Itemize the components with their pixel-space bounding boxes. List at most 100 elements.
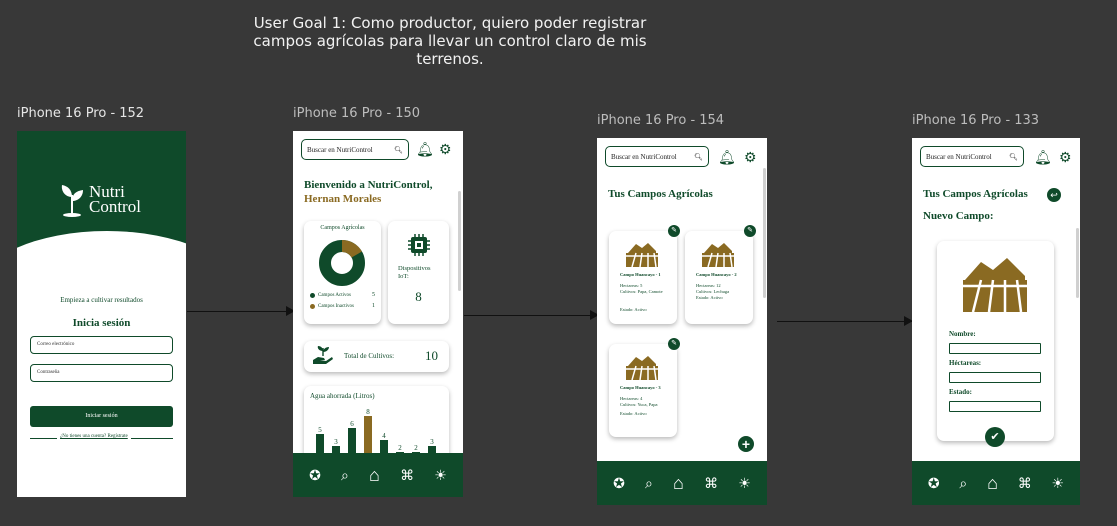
gear-icon[interactable]: ⚙	[1059, 150, 1072, 164]
fields-summary-title: Campos Agrícolas	[320, 225, 365, 231]
search-input[interactable]: Buscar en NutriControl 🔍︎	[920, 146, 1024, 167]
scrollbar[interactable]	[763, 168, 766, 298]
register-link[interactable]: ¿No tienes una cuenta? Regístrate	[57, 434, 131, 439]
water-chart-title: Agua ahorrada (Litros)	[310, 392, 375, 400]
field-icon	[626, 356, 658, 380]
iot-label: Dispositivos IoT:	[398, 265, 431, 280]
new-field-form: Nombre: Héctareas: Estado: ✔	[937, 241, 1054, 447]
water-bar-label: 4	[382, 432, 386, 440]
legend-inactive-dot	[310, 303, 315, 309]
user-goal-text: User Goal 1: Como productor, quiero pode…	[215, 14, 685, 68]
search-placeholder: Buscar en NutriControl	[926, 152, 992, 161]
bell-icon[interactable]: 🔔︎	[1034, 150, 1052, 164]
gear-icon[interactable]: ⚙	[439, 142, 452, 156]
legend-inactive: Campos Inactivos 1	[310, 303, 375, 309]
hectares-input[interactable]	[949, 372, 1041, 383]
field-status: Estado: Activo	[620, 307, 647, 312]
edit-icon[interactable]: ✎	[668, 225, 680, 237]
back-icon[interactable]: ↩	[1047, 188, 1061, 202]
login-heading: Inicia sesión	[72, 317, 131, 329]
home-icon[interactable]: ⌂	[369, 466, 380, 484]
gear-icon[interactable]: ⚙	[744, 150, 757, 164]
search-input[interactable]: Buscar en NutriControl 🔍︎	[605, 146, 709, 167]
star-icon[interactable]: ✪	[928, 476, 940, 490]
flow-arrow-3	[777, 316, 913, 326]
search-icon: 🔍︎	[1009, 152, 1018, 161]
goal-line-2: campos agrícolas para llevar un control …	[253, 32, 647, 50]
hectares-label: Héctareas:	[949, 359, 982, 367]
search-leaf-icon[interactable]: ⌕	[341, 468, 349, 482]
dashboard-screen: Buscar en NutriControl 🔍︎ 🔔︎ ⚙ Bienvenid…	[293, 131, 463, 497]
fields-donut-chart	[319, 240, 365, 286]
crops-label: Total de Cultivos:	[344, 352, 395, 360]
edit-icon[interactable]: ✎	[668, 338, 680, 350]
search-input[interactable]: Buscar en NutriControl 🔍︎	[301, 139, 409, 160]
field-card[interactable]: ✎ Campo Huancayo - 2 Hectareas: 12 Culti…	[685, 225, 756, 324]
design-canvas: User Goal 1: Como productor, quiero pode…	[0, 0, 1117, 526]
scrollbar[interactable]	[1076, 228, 1079, 298]
goal-line-1: User Goal 1: Como productor, quiero pode…	[253, 14, 647, 32]
field-icon	[702, 243, 734, 267]
hand-plant-icon	[313, 346, 333, 364]
field-name: Campo Huancayo - 3	[620, 385, 661, 390]
lightbulb-icon[interactable]: ☀	[1052, 476, 1065, 490]
bottom-nav: ✪ ⌕ ⌂ ⌘ ☀	[597, 461, 767, 505]
field-card[interactable]: ✎ Campo Huancayo - 1 Hectareas: 5 Cultiv…	[609, 225, 680, 324]
farm-icon[interactable]: ⌘	[1018, 476, 1032, 490]
search-placeholder: Buscar en NutriControl	[611, 152, 677, 161]
home-icon[interactable]: ⌂	[987, 474, 998, 492]
home-icon[interactable]: ⌂	[673, 474, 684, 492]
field-icon	[626, 243, 658, 267]
status-input[interactable]	[949, 401, 1041, 412]
scrollbar[interactable]	[458, 191, 461, 291]
bell-icon[interactable]: 🔔︎	[718, 150, 736, 164]
lightbulb-icon[interactable]: ☀	[738, 476, 751, 490]
search-leaf-icon[interactable]: ⌕	[959, 476, 967, 490]
search-placeholder: Buscar en NutriControl	[307, 145, 373, 154]
password-field[interactable]: Contraseña	[30, 364, 173, 382]
bottom-nav: ✪ ⌕ ⌂ ⌘ ☀	[293, 453, 463, 497]
frame-label-154: iPhone 16 Pro - 154	[597, 113, 725, 128]
edit-icon[interactable]: ✎	[744, 225, 756, 237]
login-button[interactable]: Iniciar sesión	[30, 406, 173, 427]
field-crops: Cultivos: Yuca, Papa	[620, 402, 658, 407]
crops-total-card: Total de Cultivos: 10	[304, 341, 449, 372]
legend-active: Campos Activos 5	[310, 292, 375, 298]
water-bar-label: 3	[334, 438, 338, 446]
water-bar-label: 3	[430, 438, 434, 446]
name-label: Nombre:	[949, 330, 976, 338]
legend-active-dot	[310, 292, 315, 298]
email-field[interactable]: Correo electrónico	[30, 336, 173, 354]
nutricontrol-logo: Nutri Control	[59, 181, 141, 217]
legend-active-count: 5	[372, 292, 375, 298]
water-bar-label: 2	[414, 444, 418, 452]
iot-devices-card: Dispositivos IoT: 8	[388, 221, 449, 324]
bell-icon[interactable]: 🔔︎	[416, 142, 434, 156]
new-field-subtitle: Nuevo Campo:	[923, 210, 994, 222]
legend-inactive-label: Campos Inactivos	[318, 303, 354, 309]
field-name: Campo Huancayo - 1	[620, 272, 661, 277]
farm-icon[interactable]: ⌘	[704, 476, 718, 490]
goal-line-3: terrenos.	[416, 50, 484, 68]
star-icon[interactable]: ✪	[309, 468, 321, 482]
new-field-screen: Buscar en NutriControl 🔍︎ 🔔︎ ⚙ Tus Campo…	[912, 138, 1080, 505]
water-bar-label: 6	[350, 420, 354, 428]
frame-label-152: iPhone 16 Pro - 152	[17, 106, 145, 121]
fields-list-screen: Buscar en NutriControl 🔍︎ 🔔︎ ⚙ Tus Campo…	[597, 138, 767, 505]
save-check-button[interactable]: ✔	[985, 427, 1005, 447]
field-card[interactable]: ✎ Campo Huancayo - 3 Hectareas: 4 Cultiv…	[609, 338, 680, 437]
lightbulb-icon[interactable]: ☀	[434, 468, 447, 482]
search-leaf-icon[interactable]: ⌕	[645, 476, 653, 490]
star-icon[interactable]: ✪	[613, 476, 625, 490]
crops-count: 10	[425, 348, 438, 363]
chip-icon	[408, 234, 430, 256]
add-field-button[interactable]: +	[738, 436, 754, 452]
user-name: Hernan Morales	[304, 193, 382, 205]
water-bar-label: 2	[398, 444, 402, 452]
name-input[interactable]	[949, 343, 1041, 354]
login-header-curve	[17, 231, 186, 291]
new-field-page-title: Tus Campos Agrícolas	[923, 188, 1028, 200]
bottom-nav: ✪ ⌕ ⌂ ⌘ ☀	[912, 461, 1080, 505]
farm-icon[interactable]: ⌘	[400, 468, 414, 482]
frame-label-133: iPhone 16 Pro - 133	[912, 113, 1040, 128]
